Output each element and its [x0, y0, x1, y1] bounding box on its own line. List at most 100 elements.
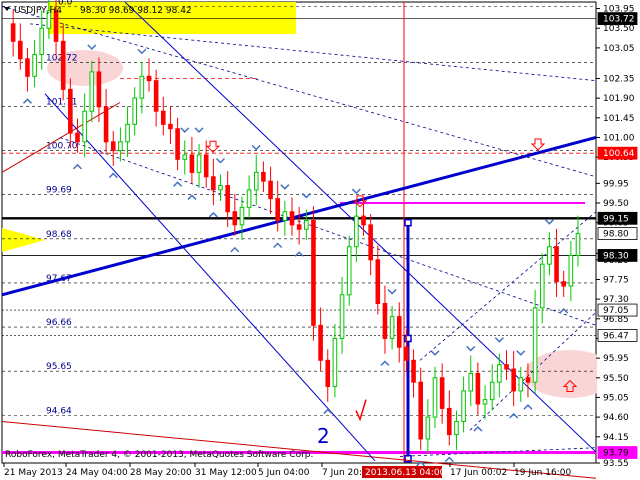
x-tick-label: 31 May 12:00 [195, 468, 257, 478]
candle-body [82, 110, 87, 143]
candle-body [282, 211, 288, 221]
candle-body [497, 364, 502, 383]
candle-body [475, 372, 481, 405]
candle-body [325, 359, 331, 388]
candle-body [68, 88, 73, 134]
candle-body [268, 180, 273, 200]
fib-level-label: 98.68 [46, 230, 72, 240]
x-tick-label: 17 Jun 00:02 [450, 468, 507, 478]
candle-body [382, 303, 388, 339]
candle-body [461, 390, 466, 422]
candle-body [525, 377, 531, 383]
y-tick-label: 99.95 [603, 179, 629, 189]
fib-level-label: 96.66 [46, 318, 72, 328]
y-tick-label: 101.90 [603, 94, 635, 104]
candle-body [153, 80, 159, 112]
fib-level-label: 95.65 [46, 362, 72, 372]
y-tick-label: 103.05 [603, 44, 635, 54]
candle-body [253, 171, 259, 191]
candle-body [182, 154, 188, 160]
candle-body [318, 324, 323, 361]
candle-body [232, 211, 238, 226]
y-tick-label: 103.50 [603, 24, 635, 34]
candle-body [547, 246, 552, 265]
candle-body [161, 110, 166, 125]
price-label: 96.47 [603, 331, 629, 341]
candle-body [396, 316, 402, 348]
candle-body [103, 106, 109, 143]
candle-body [146, 75, 152, 82]
candle-body [339, 294, 345, 339]
candle-body [361, 215, 366, 226]
fib-level-label: 101.71 [46, 97, 78, 107]
candle-body [75, 132, 80, 143]
x-tick-label: 21 May 2013 [4, 468, 63, 478]
candle-body [468, 372, 474, 392]
y-tick-label: 94.15 [603, 433, 629, 443]
candle-body [561, 281, 567, 287]
candle-body [375, 259, 381, 305]
price-label: 98.30 [603, 251, 629, 261]
candle-body [539, 263, 545, 309]
y-tick-label: 95.05 [603, 393, 629, 403]
candle-body [246, 189, 252, 208]
y-tick-label: 94.60 [603, 413, 629, 423]
candle-body [518, 377, 524, 392]
fib-level-label: 94.64 [46, 406, 72, 416]
candle-body [404, 346, 409, 361]
candle-body [196, 154, 202, 173]
handle-square [404, 218, 412, 227]
candle-body [289, 211, 295, 226]
candle-body [25, 58, 30, 77]
candle-body [110, 141, 116, 152]
candle-body [489, 381, 495, 401]
candle-body [225, 185, 230, 213]
y-tick-label: 99.50 [603, 199, 629, 209]
y-tick-label: 93.55 [603, 459, 629, 469]
y-tick-label: 95.95 [603, 354, 629, 364]
candle-body [568, 254, 574, 287]
cursor-time-label: 2013.06.13 04:00 [365, 468, 446, 478]
candle-body [346, 246, 352, 296]
candle-body [354, 215, 359, 248]
candle-body [411, 359, 416, 383]
candle-body [432, 377, 438, 418]
x-tick-label: 24 May 04:00 [66, 468, 128, 478]
price-label: 97.05 [603, 306, 629, 316]
y-tick-label: 97.30 [603, 295, 629, 305]
y-tick-label: 102.35 [603, 74, 635, 84]
y-tick-label: 97.75 [603, 275, 629, 285]
price-axis-bg [597, 0, 640, 480]
candle-body [18, 40, 23, 60]
candle-body [10, 23, 16, 42]
candle-body [118, 141, 123, 152]
candle-body [554, 246, 559, 283]
candle-body [132, 97, 137, 125]
candle-body [511, 368, 516, 392]
y-tick-label: 101.45 [603, 114, 635, 124]
copyright-label: RoboForex, MetaTrader 4, © 2001-2013, Me… [5, 450, 313, 460]
y-tick-label: 95.50 [603, 374, 629, 384]
candle-body [168, 123, 173, 130]
candle-body [125, 123, 130, 143]
candle-body [575, 233, 581, 256]
price-chart[interactable]: 0.0102.72101.71100.7099.6998.6897.6796.6… [0, 0, 640, 480]
wave-label: 2 [317, 424, 330, 448]
candle-body [39, 27, 45, 55]
candle-body [447, 407, 452, 436]
candle-body [368, 224, 373, 261]
candle-body [89, 71, 95, 112]
candle-body [418, 381, 423, 440]
fib-level-label: 99.69 [46, 186, 72, 196]
candle-body [296, 224, 302, 230]
ohlc-label: 98.30 98.69 98.12 98.42 [80, 6, 192, 16]
y-tick-label: 101.00 [603, 133, 635, 143]
candle-body [532, 307, 538, 383]
candle-body [60, 40, 66, 90]
candle-body [261, 171, 266, 182]
candle-body [389, 316, 395, 339]
candle-body [32, 53, 37, 77]
candle-body [139, 75, 145, 99]
price-label: 99.15 [603, 214, 629, 224]
candle-body [439, 377, 445, 409]
